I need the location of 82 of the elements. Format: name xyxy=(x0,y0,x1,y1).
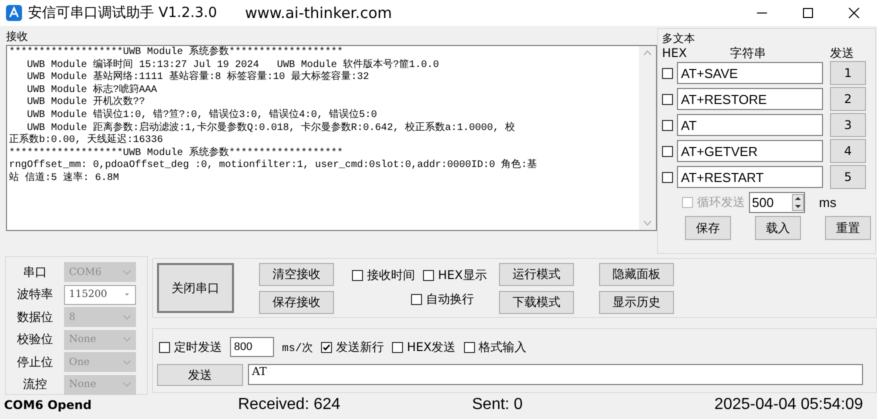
unit-label: ms/次 xyxy=(282,341,313,354)
setting-label: 数据位 xyxy=(16,308,54,326)
chevron-down-icon xyxy=(123,382,131,388)
panel-button[interactable]: 载入 xyxy=(755,216,801,240)
log-line: UWB Module 标志?唬篈AAA xyxy=(26,84,158,96)
panel-button[interactable]: 重置 xyxy=(825,216,871,240)
log-line: UWB Module 错误位1:0, 错?笪?:0, 错误位3:0, 错误位4:0, 错误位5:0 xyxy=(26,110,378,122)
caret-down-icon xyxy=(123,292,131,298)
checkbox[interactable] xyxy=(662,120,673,130)
send-number-button[interactable]: 1 xyxy=(830,61,866,85)
setting-label: 波特率 xyxy=(16,286,54,304)
mode-button[interactable]: 下载模式 xyxy=(499,291,574,314)
chevron-down-icon xyxy=(123,360,131,365)
chevron-down-icon xyxy=(123,337,131,342)
unit-label: ms xyxy=(819,194,836,210)
app-logo-icon xyxy=(6,5,22,21)
command-field[interactable]: AT+SAVE xyxy=(677,62,823,84)
column-header: HEX xyxy=(662,46,688,60)
checkbox[interactable] xyxy=(464,342,475,352)
checkbox[interactable] xyxy=(662,68,673,78)
option-label: HEX显示 xyxy=(438,267,487,284)
panel-button[interactable]: 保存 xyxy=(685,216,731,240)
send-number-button[interactable]: 3 xyxy=(830,113,866,137)
website-url: www.ai-thinker.com xyxy=(245,4,392,22)
setting-dropdown[interactable]: 115200 xyxy=(64,284,136,305)
panel-button[interactable]: 显示历史 xyxy=(599,291,674,314)
option-label: 定时发送 xyxy=(174,338,222,356)
option-label: 自动换行 xyxy=(426,291,474,308)
checkbox[interactable] xyxy=(352,270,363,281)
command-field[interactable]: AT+RESTART xyxy=(677,166,823,188)
sent-count: Sent: 0 xyxy=(472,396,523,414)
log-line: rngOffset_mm: 0,pdoaOffset_deg :0, motionfilter:1, user_cmd:0slot:0,addr:0000ID:0 角色:基 xyxy=(9,160,538,172)
send-number-button[interactable]: 4 xyxy=(830,139,866,163)
option-label: 发送新行 xyxy=(336,338,384,356)
send-number-button[interactable]: 5 xyxy=(830,165,866,189)
send-input-field[interactable]: AT xyxy=(248,364,863,385)
checkbox[interactable] xyxy=(662,94,673,104)
column-header: 字符串 xyxy=(730,44,767,62)
panel-title: 多文本 xyxy=(662,31,695,46)
checkbox[interactable] xyxy=(159,342,170,352)
command-field[interactable]: AT xyxy=(677,114,823,136)
setting-label: 停止位 xyxy=(16,354,54,371)
setting-label: 串口 xyxy=(22,264,48,281)
log-line: UWB Module 开机次数?? xyxy=(26,97,146,109)
checkbox[interactable] xyxy=(423,270,434,281)
chevron-down-icon xyxy=(123,314,131,320)
receive-area[interactable] xyxy=(6,45,657,231)
option-label: HEX发送 xyxy=(406,338,456,356)
close-port-button[interactable]: 关闭串口 xyxy=(157,263,234,313)
port-status: COM6 Opend xyxy=(4,398,93,412)
receive-button[interactable]: 清空接收 xyxy=(259,263,334,286)
log-line: 站 信道:5 速率: 6.8M xyxy=(9,172,120,186)
checkbox[interactable] xyxy=(411,294,422,305)
window-title: 安信可串口调试助手 V1.2.3.0 xyxy=(28,4,218,22)
interval-field[interactable]: 800 xyxy=(230,337,274,357)
setting-label: 流控 xyxy=(22,376,48,394)
received-count: Received: 624 xyxy=(238,396,342,414)
mode-button[interactable]: 运行模式 xyxy=(499,263,574,286)
log-line: UWB Module 编译时间 15:13:27 Jul 19 2024 UWB Module 软件版本号?篚1.0.0 xyxy=(26,60,440,71)
checkbox[interactable] xyxy=(320,342,332,352)
send-number-button[interactable]: 2 xyxy=(830,87,866,111)
checkbox[interactable] xyxy=(392,342,403,352)
log-line: 正系数b:0.00, 天线延迟:16336 xyxy=(9,135,164,148)
receive-button[interactable]: 保存接收 xyxy=(259,291,334,314)
receive-label: 接收 xyxy=(6,29,28,45)
option-label: 格式输入 xyxy=(478,338,527,356)
command-field[interactable]: AT+GETVER xyxy=(677,140,823,162)
send-button[interactable]: 发送 xyxy=(157,364,243,386)
command-field[interactable]: AT+RESTORE xyxy=(677,88,823,110)
spin-arrows-icon[interactable] xyxy=(792,194,804,210)
loop-send-label: 循环发送 xyxy=(697,194,745,210)
checkbox[interactable] xyxy=(662,146,673,156)
column-header: 发送 xyxy=(830,44,854,62)
setting-label: 校验位 xyxy=(16,331,54,348)
panel-button[interactable]: 隐藏面板 xyxy=(599,263,674,286)
log-line: UWB Module 基站网络:1111 基站容量:8 标签容量:10 最大标签容量:32 xyxy=(26,72,370,84)
chevron-down-icon xyxy=(123,270,131,275)
date-time: 2025-04-04 05:54:09 xyxy=(714,396,863,414)
log-line: UWB Module 距离参数:启动滤波:1,卡尔曼参数Q:0.018, 卡尔曼参数R:0.642, 校正系数a:1.0000, 校 xyxy=(27,122,516,134)
checkbox[interactable] xyxy=(662,172,673,182)
option-label: 接收时间 xyxy=(367,267,415,284)
log-line: *******************UWB Module 系统参数******************* xyxy=(9,148,344,160)
